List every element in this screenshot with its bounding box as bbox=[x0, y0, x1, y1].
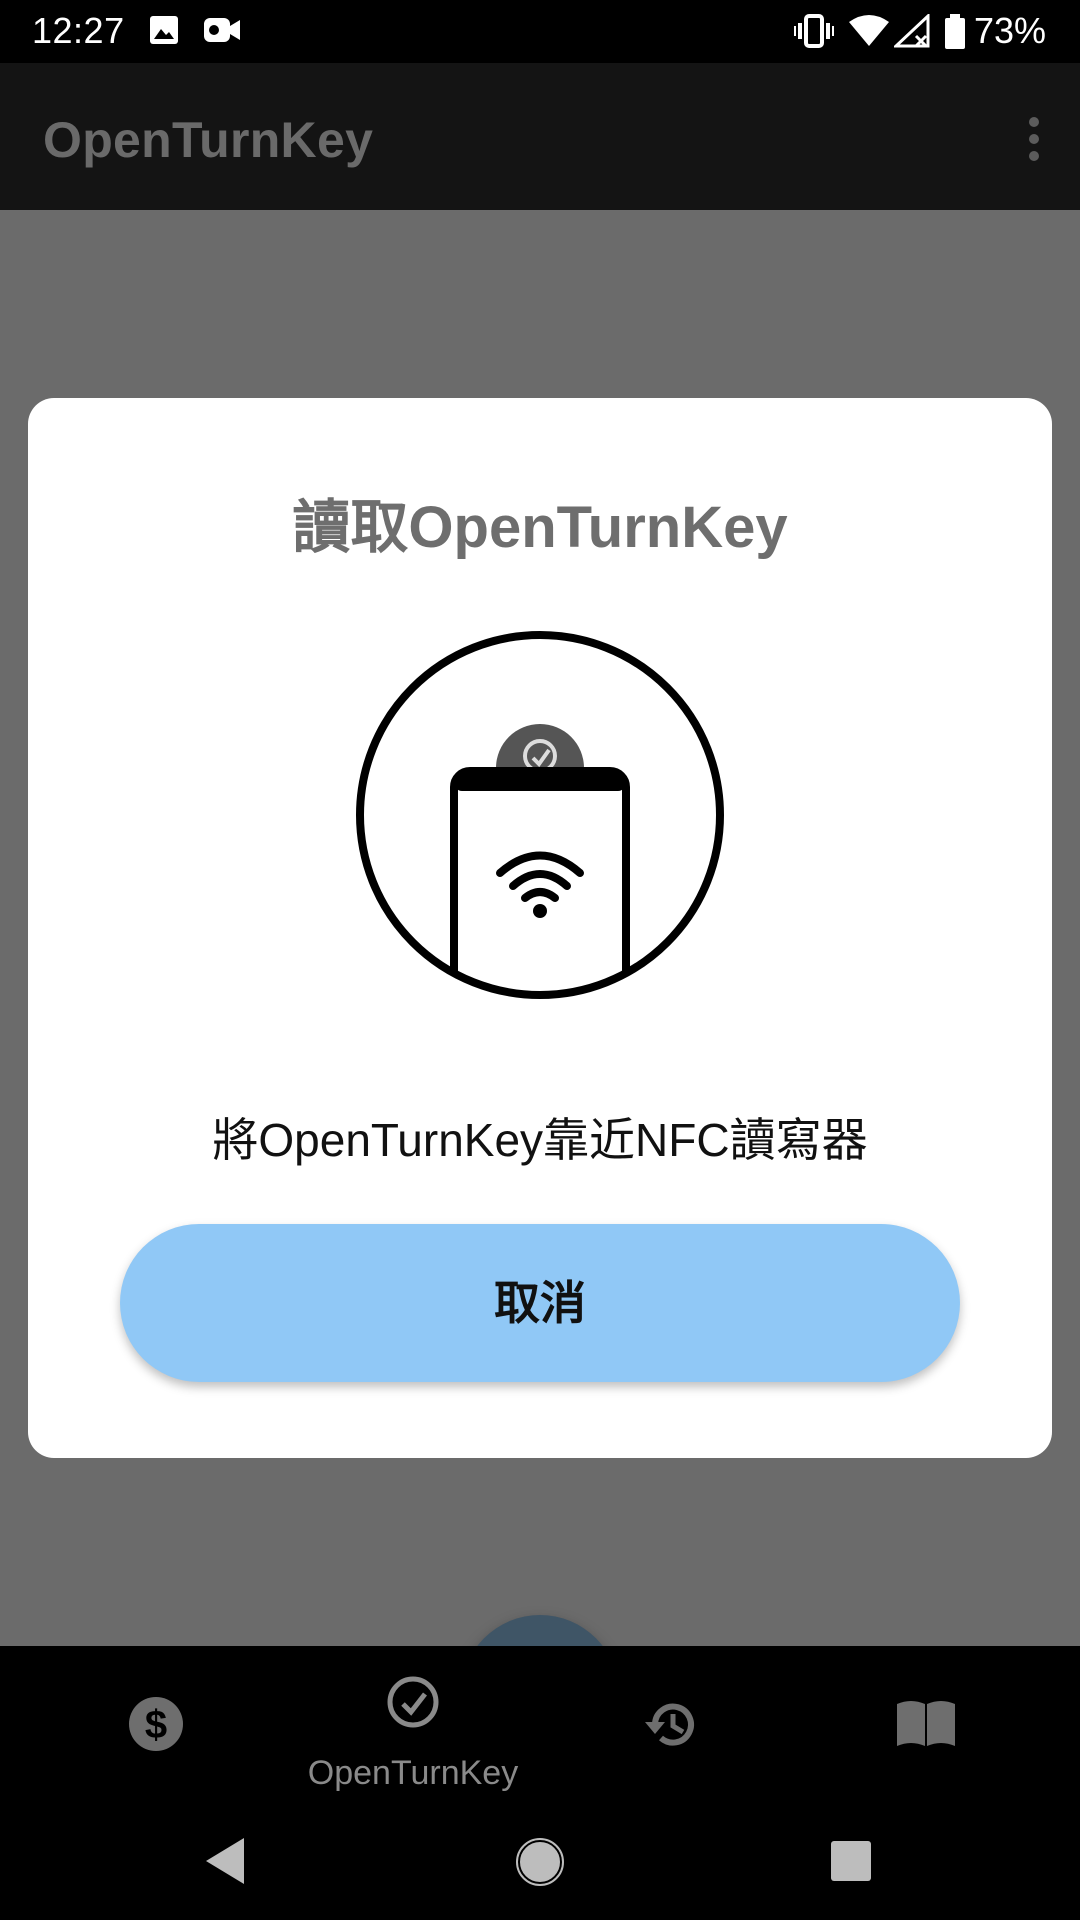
dollar-icon: $ bbox=[129, 1697, 183, 1751]
battery-percent: 73% bbox=[973, 10, 1046, 51]
history-icon bbox=[645, 1703, 694, 1746]
video-icon bbox=[204, 18, 240, 42]
status-bar: 12:27 73% bbox=[0, 0, 1080, 63]
nfc-read-dialog: 讀取OpenTurnKey 將OpenTurnKey靠近NFC讀寫器 取消 bbox=[28, 398, 1052, 1458]
bottom-nav: $ OpenTurnKey bbox=[0, 1646, 1080, 1810]
nav-item-openturnkey[interactable]: OpenTurnKey bbox=[283, 1646, 543, 1810]
book-icon bbox=[897, 1701, 955, 1746]
battery-icon bbox=[945, 14, 965, 49]
signal-off-icon bbox=[894, 14, 930, 48]
more-vert-icon[interactable] bbox=[1022, 115, 1046, 163]
vibrate-icon bbox=[794, 14, 834, 48]
app-bar: OpenTurnKey bbox=[0, 63, 1080, 210]
nav-item-guide[interactable] bbox=[795, 1646, 1055, 1810]
nav-item-history[interactable] bbox=[541, 1646, 801, 1810]
nfc-tap-phone-icon bbox=[356, 631, 724, 999]
nav-item-payment[interactable]: $ bbox=[25, 1646, 285, 1810]
image-icon bbox=[150, 16, 178, 44]
app-title: OpenTurnKey bbox=[43, 112, 374, 168]
cancel-button[interactable]: 取消 bbox=[120, 1224, 960, 1382]
nav-label-openturnkey: OpenTurnKey bbox=[307, 1754, 519, 1792]
back-icon[interactable] bbox=[204, 1836, 248, 1886]
home-icon[interactable] bbox=[516, 1838, 564, 1886]
recents-icon[interactable] bbox=[830, 1840, 872, 1882]
dialog-message: 將OpenTurnKey靠近NFC讀寫器 bbox=[212, 1114, 868, 1166]
svg-text:$: $ bbox=[145, 1703, 167, 1747]
openturnkey-icon bbox=[387, 1676, 439, 1728]
system-nav-bar bbox=[0, 1810, 1080, 1920]
dialog-title: 讀取OpenTurnKey bbox=[292, 495, 788, 560]
status-time: 12:27 bbox=[32, 10, 125, 51]
wifi-icon bbox=[849, 15, 889, 46]
